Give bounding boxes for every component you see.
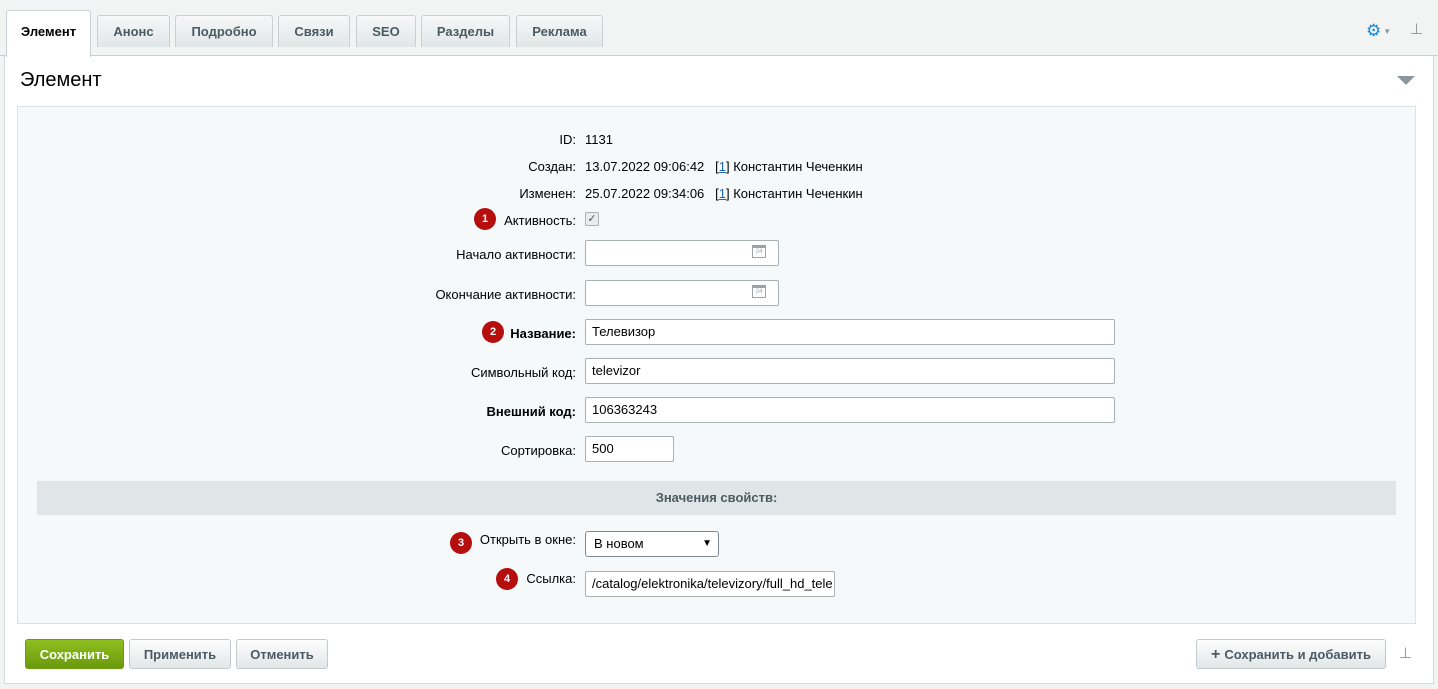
modified-user-name: Константин Чеченкин xyxy=(733,186,863,201)
code-label: Символьный код: xyxy=(470,365,576,380)
active-from-input[interactable] xyxy=(585,240,779,266)
link-input[interactable]: /catalog/elektronika/televizory/full_hd_… xyxy=(585,571,835,597)
step-badge-4: 4 xyxy=(496,568,518,590)
tab-seo[interactable]: SEO xyxy=(356,15,416,47)
modified-user-link[interactable]: 1 xyxy=(719,186,726,201)
code-input[interactable]: televizor xyxy=(585,358,1115,384)
sort-label: Сортировка: xyxy=(501,443,576,458)
tab-element[interactable]: Элемент xyxy=(6,10,91,57)
open-in-value: В новом xyxy=(594,536,644,551)
modified-info: 25.07.2022 09:34:06 [1] Константин Чечен… xyxy=(585,186,863,201)
link-label: Ссылка: xyxy=(526,571,576,586)
created-label: Создан: xyxy=(528,159,576,174)
calendar-icon[interactable]: 24 xyxy=(752,285,766,298)
id-label: ID: xyxy=(559,132,576,147)
pin-icon[interactable]: ⊥ xyxy=(1399,646,1412,662)
tab-advertising[interactable]: Реклама xyxy=(516,15,603,47)
active-from-label: Начало активности: xyxy=(456,247,576,262)
active-checkbox[interactable]: ✓ xyxy=(585,212,599,226)
chevron-down-icon: ▼ xyxy=(702,538,712,549)
save-button[interactable]: Сохранить xyxy=(25,639,124,669)
name-label: Название: xyxy=(510,326,576,341)
tab-sections[interactable]: Разделы xyxy=(421,15,510,47)
xml-id-input[interactable]: 106363243 xyxy=(585,397,1115,423)
sort-input[interactable]: 500 xyxy=(585,436,674,462)
step-badge-2: 2 xyxy=(482,321,504,343)
step-badge-1: 1 xyxy=(474,208,496,230)
step-badge-3: 3 xyxy=(450,532,472,554)
modified-label: Изменен: xyxy=(519,186,576,201)
save-and-add-label: Сохранить и добавить xyxy=(1224,647,1371,662)
calendar-icon[interactable]: 24 xyxy=(752,245,766,258)
tab-announce[interactable]: Анонс xyxy=(97,15,170,47)
properties-header: Значения свойств: xyxy=(37,481,1396,515)
active-to-label: Окончание активности: xyxy=(435,287,576,302)
tab-bar: Элемент Анонс Подробно Связи SEO Разделы… xyxy=(0,0,1438,57)
xml-id-label: Внешний код: xyxy=(486,404,576,419)
modified-date: 25.07.2022 09:34:06 xyxy=(585,186,705,201)
created-info: 13.07.2022 09:06:42 [1] Константин Чечен… xyxy=(585,159,863,174)
id-value: 1131 xyxy=(585,132,613,147)
gear-icon[interactable]: ⚙ ▼ xyxy=(1366,22,1392,40)
active-to-input[interactable] xyxy=(585,280,779,306)
created-date: 13.07.2022 09:06:42 xyxy=(585,159,705,174)
open-in-select[interactable]: В новом ▼ xyxy=(585,531,719,557)
chevron-down-icon: ▼ xyxy=(1383,26,1392,36)
apply-button[interactable]: Применить xyxy=(129,639,231,669)
triangle-down-icon[interactable] xyxy=(1397,76,1415,85)
form-panel: Элемент ID: 1131 Создан: 13.07.2022 09:0… xyxy=(4,56,1434,684)
save-and-add-button[interactable]: + Сохранить и добавить xyxy=(1196,639,1386,669)
plus-icon: + xyxy=(1211,646,1221,663)
tab-details[interactable]: Подробно xyxy=(175,15,273,47)
created-user-link[interactable]: 1 xyxy=(719,159,726,174)
pin-icon[interactable]: ⊥ xyxy=(1410,22,1423,38)
cancel-button[interactable]: Отменить xyxy=(236,639,328,669)
open-in-label: Открыть в окне: xyxy=(479,532,576,547)
created-user-name: Константин Чеченкин xyxy=(733,159,863,174)
name-input[interactable]: Телевизор xyxy=(585,319,1115,345)
tab-links[interactable]: Связи xyxy=(278,15,350,47)
form-body: ID: 1131 Создан: 13.07.2022 09:06:42 [1]… xyxy=(17,106,1416,624)
section-title: Элемент xyxy=(20,69,102,91)
active-label: Активность: xyxy=(504,213,576,228)
